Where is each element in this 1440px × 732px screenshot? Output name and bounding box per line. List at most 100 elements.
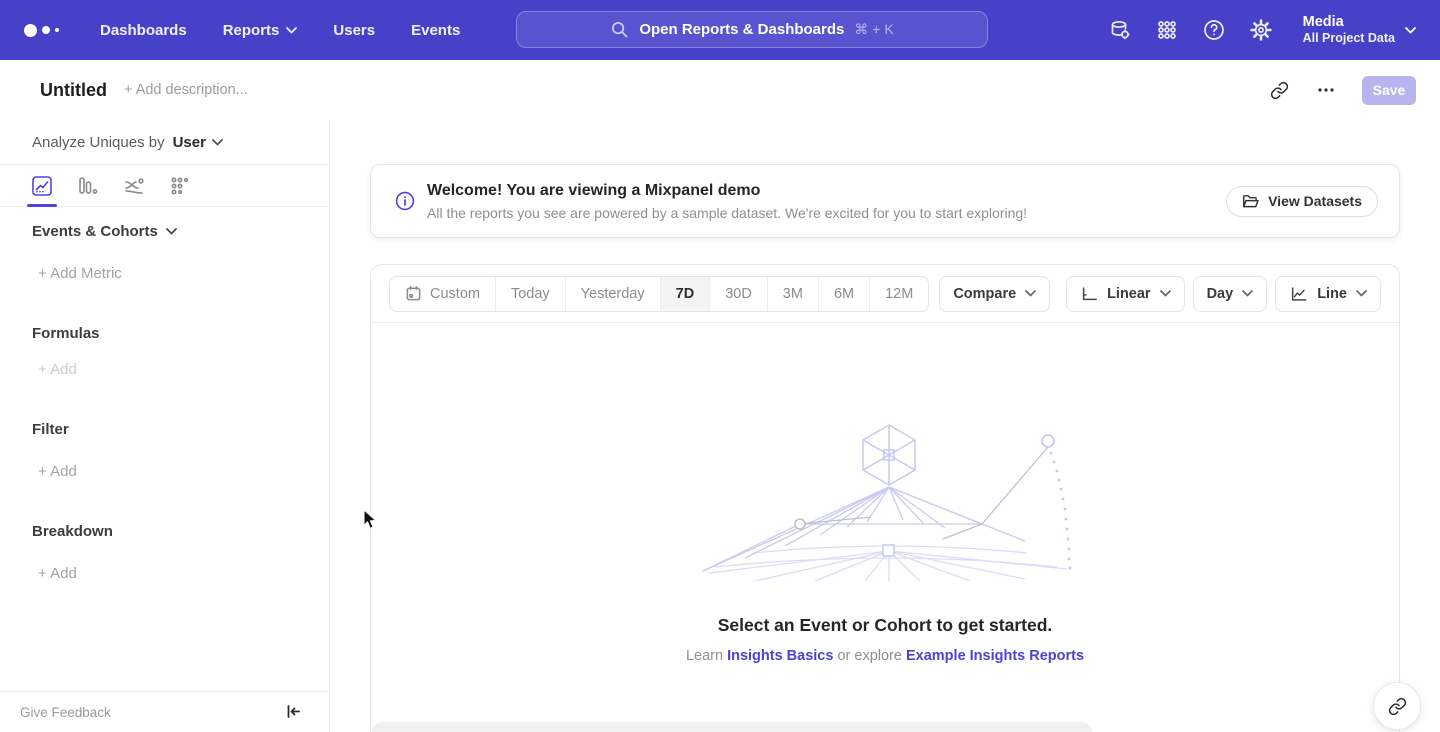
chevron-down-icon (1405, 27, 1416, 34)
empty-state-title: Select an Event or Cohort to get started… (371, 615, 1399, 636)
bottom-section-edge (372, 722, 1092, 732)
data-management-icon[interactable] (1107, 17, 1133, 43)
nav-label: Dashboards (100, 22, 187, 39)
mixpanel-logo-icon[interactable] (24, 24, 70, 37)
chevron-down-icon (1160, 290, 1171, 297)
formulas-label: Formulas (32, 325, 100, 342)
chart-controls: Custom Today Yesterday 7D 30D 3M 6M 12M … (371, 265, 1399, 323)
range-label: Custom (430, 286, 480, 302)
add-breakdown-button[interactable]: + Add (38, 565, 77, 582)
example-reports-link[interactable]: Example Insights Reports (906, 648, 1084, 664)
nav-item-dashboards[interactable]: Dashboards (100, 22, 187, 39)
compare-button[interactable]: Compare (939, 276, 1050, 312)
range-6m[interactable]: 6M (818, 277, 869, 311)
empty-state-illustration (695, 421, 1075, 581)
range-12m[interactable]: 12M (869, 277, 928, 311)
nav-label: Reports (223, 22, 280, 39)
chevron-down-icon (286, 27, 297, 34)
folder-icon (1242, 194, 1259, 209)
settings-gear-icon[interactable] (1248, 17, 1274, 43)
axis-icon (1080, 285, 1098, 303)
share-link-button[interactable] (1373, 682, 1421, 730)
give-feedback-link[interactable]: Give Feedback (20, 705, 111, 720)
line-chart-icon (1289, 285, 1308, 303)
tab-metric-grid[interactable] (168, 166, 192, 207)
collapse-sidebar-icon[interactable] (285, 703, 303, 721)
events-cohorts-section[interactable]: Events & Cohorts (32, 223, 177, 240)
chart-type-tabs (0, 166, 329, 207)
analyze-by-value: User (173, 134, 206, 151)
range-custom[interactable]: Custom (390, 277, 495, 311)
range-label: 30D (725, 286, 752, 302)
middle-text: or explore (837, 648, 901, 664)
nav-item-events[interactable]: Events (411, 22, 460, 39)
range-3m[interactable]: 3M (767, 277, 818, 311)
project-scope: All Project Data (1303, 31, 1395, 46)
nav-right: Media All Project Data (1107, 14, 1416, 46)
add-metric-button[interactable]: + Add Metric (38, 265, 122, 282)
info-icon (395, 191, 415, 211)
insights-basics-link[interactable]: Insights Basics (727, 648, 833, 664)
flows-icon (122, 174, 146, 198)
nav-item-users[interactable]: Users (333, 22, 375, 39)
compare-label: Compare (953, 286, 1016, 302)
nav-label: Events (411, 22, 460, 39)
range-label: Today (511, 286, 550, 302)
more-options-icon[interactable] (1315, 79, 1337, 101)
banner-subtitle: All the reports you see are powered by a… (427, 203, 1027, 223)
date-range-segmented: Custom Today Yesterday 7D 30D 3M 6M 12M (389, 276, 929, 312)
range-7d[interactable]: 7D (660, 277, 710, 311)
search-icon (610, 20, 629, 39)
events-cohorts-label: Events & Cohorts (32, 223, 158, 240)
nav-label: Users (333, 22, 375, 39)
calendar-icon (405, 285, 422, 302)
range-label: 6M (834, 286, 854, 302)
save-button[interactable]: Save (1362, 76, 1416, 105)
metric-grid-icon (168, 174, 192, 198)
scale-label: Linear (1107, 286, 1151, 302)
chevron-down-icon (1025, 290, 1036, 297)
global-search[interactable]: Open Reports & Dashboards ⌘ + K (516, 11, 988, 48)
chart-type-label: Line (1317, 286, 1347, 302)
tab-bar-chart[interactable] (76, 166, 100, 207)
view-datasets-button[interactable]: View Datasets (1226, 186, 1378, 217)
interval-selector[interactable]: Day (1193, 276, 1268, 312)
report-description-placeholder[interactable]: + Add description... (124, 82, 248, 98)
welcome-banner: Welcome! You are viewing a Mixpanel demo… (370, 164, 1400, 238)
breakdown-label: Breakdown (32, 523, 113, 540)
tab-line-chart[interactable] (30, 166, 54, 207)
search-placeholder: Open Reports & Dashboards (639, 21, 844, 38)
search-shortcut: ⌘ + K (854, 21, 893, 38)
range-today[interactable]: Today (495, 277, 565, 311)
apps-grid-icon[interactable] (1154, 17, 1180, 43)
add-filter-button[interactable]: + Add (38, 463, 77, 480)
report-title[interactable]: Untitled (40, 80, 107, 101)
main-area: Welcome! You are viewing a Mixpanel demo… (330, 120, 1440, 732)
filter-label: Filter (32, 421, 69, 438)
chart-type-selector[interactable]: Line (1275, 276, 1381, 312)
learn-prefix: Learn (686, 648, 723, 664)
report-header: Untitled + Add description... Save (0, 60, 1440, 120)
analyze-by-selector[interactable]: User (173, 134, 223, 151)
empty-state-links: Learn Insights Basics or explore Example… (371, 648, 1399, 664)
chevron-down-icon (1356, 290, 1367, 297)
add-formula-button[interactable]: + Add (38, 361, 77, 378)
range-label: Yesterday (581, 286, 645, 302)
project-switcher[interactable]: Media All Project Data (1303, 14, 1416, 46)
view-datasets-label: View Datasets (1268, 193, 1362, 209)
chart-panel: Custom Today Yesterday 7D 30D 3M 6M 12M … (370, 264, 1400, 732)
nav-item-reports[interactable]: Reports (223, 22, 298, 39)
help-icon[interactable] (1201, 17, 1227, 43)
bar-chart-icon (76, 174, 100, 198)
top-nav: Dashboards Reports Users Events Open Rep… (0, 0, 1440, 60)
copy-link-icon[interactable] (1268, 79, 1290, 101)
range-label: 12M (885, 286, 913, 302)
chevron-down-icon (212, 139, 223, 146)
line-chart-icon (30, 174, 54, 198)
range-yesterday[interactable]: Yesterday (565, 277, 660, 311)
link-icon (1388, 697, 1407, 716)
tab-flows-chart[interactable] (122, 166, 146, 207)
range-30d[interactable]: 30D (709, 277, 767, 311)
chevron-down-icon (166, 228, 177, 235)
scale-selector[interactable]: Linear (1066, 276, 1185, 312)
